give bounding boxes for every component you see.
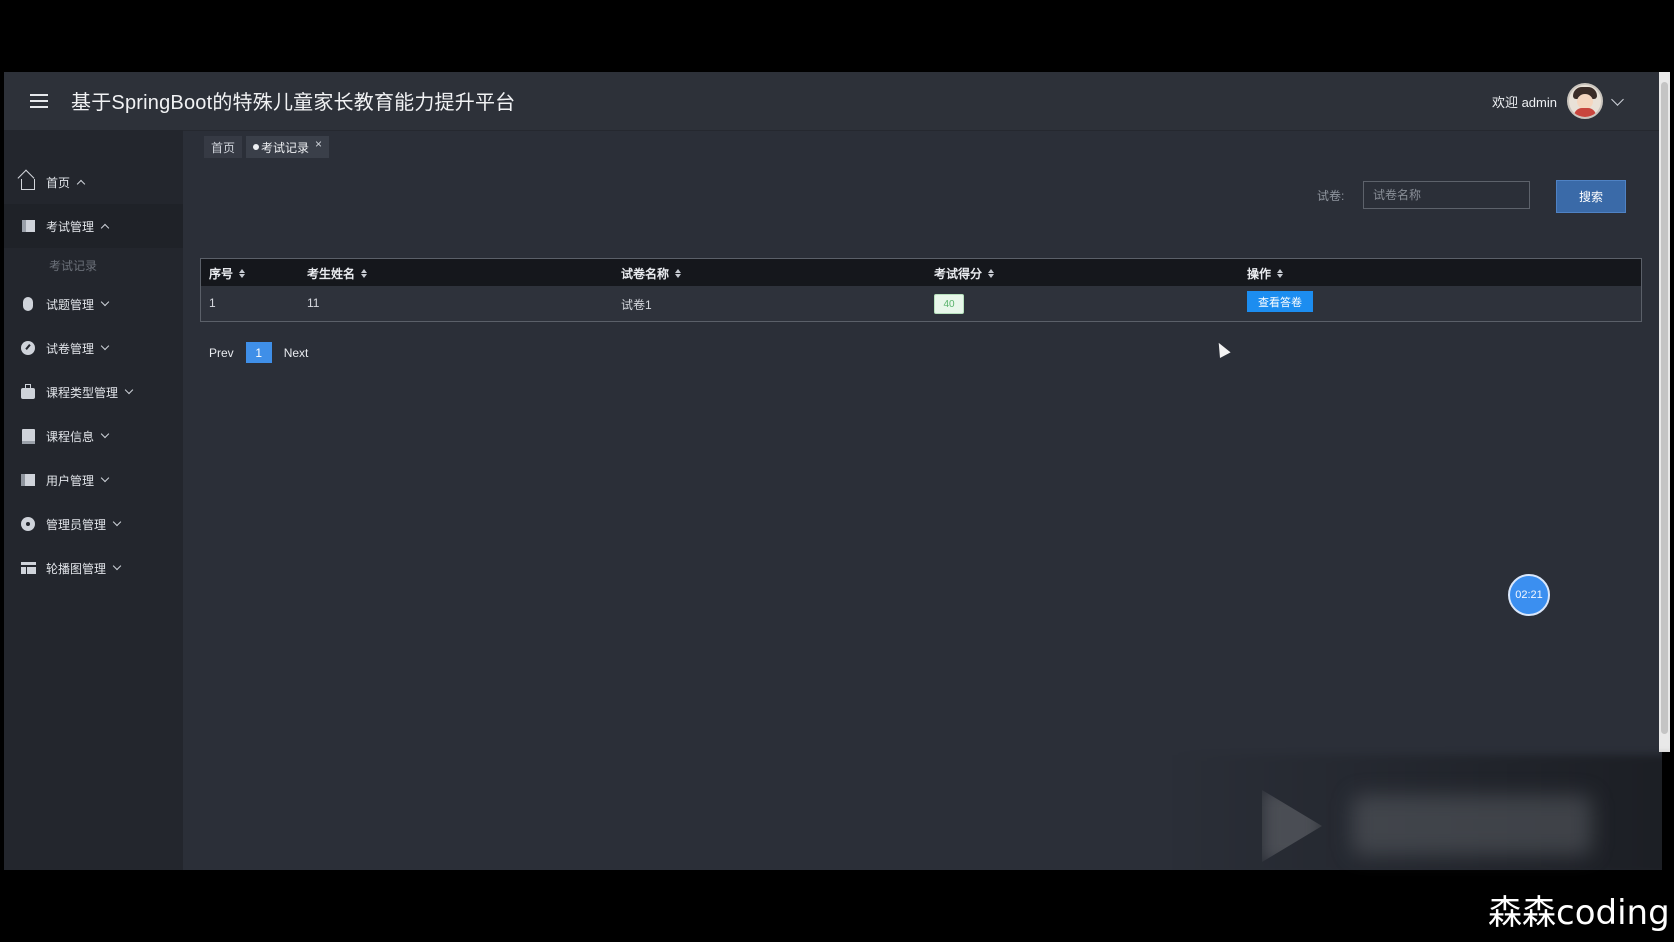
cell-score: 40 xyxy=(934,294,964,314)
avatar[interactable] xyxy=(1567,83,1603,119)
column-header-name[interactable]: 考生姓名 xyxy=(307,265,368,282)
welcome-text: 欢迎 admin xyxy=(1491,94,1557,110)
brand-overlay-text: 森森coding xyxy=(1488,893,1670,933)
tab-label: 考试记录 xyxy=(261,140,310,155)
chevron-down-icon xyxy=(112,561,122,571)
sidebar-item-label: 课程类型管理 xyxy=(46,385,119,400)
search-input[interactable] xyxy=(1363,181,1530,209)
sidebar-item-paper-management[interactable]: 试卷管理 xyxy=(4,326,183,370)
view-answers-button[interactable]: 查看答卷 xyxy=(1247,291,1313,312)
chevron-down-icon xyxy=(124,385,134,395)
chevron-down-icon[interactable] xyxy=(1611,92,1624,106)
column-label: 试卷名称 xyxy=(621,267,670,281)
records-table: 序号 考生姓名 试卷名称 考试得分 操作 1 11 试卷1 40 查看答卷 xyxy=(200,258,1642,322)
column-header-action[interactable]: 操作 xyxy=(1247,265,1284,282)
sidebar-item-user-management[interactable]: 用户管理 xyxy=(4,458,183,502)
score-badge: 40 xyxy=(934,294,964,314)
sidebar-item-carousel-management[interactable]: 轮播图管理 xyxy=(4,546,183,590)
sidebar-item-label: 试卷管理 xyxy=(46,341,95,356)
blurred-watermark-text xyxy=(1352,795,1592,855)
sidebar-menu: 首页 考试管理 考试记录 试题管理 试卷管理 课程类型管理 课程信息 用户管理 … xyxy=(4,160,183,590)
sidebar-item-home[interactable]: 首页 xyxy=(4,160,183,204)
column-header-index[interactable]: 序号 xyxy=(209,265,246,282)
chevron-down-icon xyxy=(112,517,122,527)
column-label: 序号 xyxy=(209,267,234,281)
mouse-icon xyxy=(20,296,36,312)
book-icon xyxy=(20,218,36,234)
columns-icon xyxy=(20,472,36,488)
table-icon xyxy=(20,560,36,576)
active-dot-icon xyxy=(253,144,260,150)
menu-toggle-icon[interactable] xyxy=(28,90,50,112)
sidebar-item-label: 用户管理 xyxy=(46,473,95,488)
next-page-button[interactable]: Next xyxy=(284,346,309,360)
sort-icon[interactable] xyxy=(1277,269,1284,278)
sort-icon[interactable] xyxy=(361,269,368,278)
sidebar-item-course-info[interactable]: 课程信息 xyxy=(4,414,183,458)
sort-icon[interactable] xyxy=(239,269,246,278)
disc-icon xyxy=(20,516,36,532)
gauge-icon xyxy=(20,340,36,356)
tab-label: 首页 xyxy=(211,140,236,155)
cell-paper: 试卷1 xyxy=(621,298,652,312)
search-label: 试卷: xyxy=(1317,189,1345,203)
table-row: 1 11 试卷1 40 查看答卷 xyxy=(201,286,1641,321)
chevron-up-icon xyxy=(76,179,86,189)
home-icon xyxy=(20,174,36,190)
sidebar-item-course-type-management[interactable]: 课程类型管理 xyxy=(4,370,183,414)
table-header: 序号 考生姓名 试卷名称 考试得分 操作 xyxy=(201,259,1641,286)
chevron-up-icon xyxy=(100,223,110,233)
sidebar-item-label: 首页 xyxy=(46,175,71,190)
sort-icon[interactable] xyxy=(988,269,995,278)
tab-exam-records[interactable]: 考试记录 × xyxy=(246,136,330,158)
sort-icon[interactable] xyxy=(675,269,682,278)
sidebar-subitem-exam-records[interactable]: 考试记录 xyxy=(4,248,183,282)
chevron-down-icon xyxy=(100,341,110,351)
sidebar-item-label: 管理员管理 xyxy=(46,517,107,532)
chevron-down-icon xyxy=(100,429,110,439)
cell-index: 1 xyxy=(209,296,216,310)
page-number-button[interactable]: 1 xyxy=(245,342,272,363)
sidebar-item-label: 课程信息 xyxy=(46,429,95,444)
app-title: 基于SpringBoot的特殊儿童家长教育能力提升平台 xyxy=(71,92,516,114)
recording-timer[interactable]: 02:21 xyxy=(1508,574,1550,616)
column-label: 考生姓名 xyxy=(307,267,356,281)
app-window: 基于SpringBoot的特殊儿童家长教育能力提升平台 欢迎 admin 首页 … xyxy=(4,72,1662,870)
chevron-down-icon xyxy=(100,297,110,307)
sidebar: 首页 考试管理 考试记录 试题管理 试卷管理 课程类型管理 课程信息 用户管理 … xyxy=(4,130,183,870)
briefcase-icon xyxy=(20,383,36,400)
chevron-down-icon xyxy=(100,473,110,483)
bookmark-icon xyxy=(20,428,36,444)
sidebar-item-admin-management[interactable]: 管理员管理 xyxy=(4,502,183,546)
sidebar-item-label: 试题管理 xyxy=(46,297,95,312)
tab-bar: 首页 考试记录 × xyxy=(204,136,330,158)
column-header-score[interactable]: 考试得分 xyxy=(934,265,995,282)
column-label: 操作 xyxy=(1247,267,1272,281)
page-scrollbar[interactable] xyxy=(1659,72,1670,752)
cell-action: 查看答卷 xyxy=(1247,291,1313,312)
column-label: 考试得分 xyxy=(934,267,983,281)
user-menu[interactable]: 欢迎 admin xyxy=(1491,82,1624,120)
scrollbar-thumb[interactable] xyxy=(1661,82,1668,734)
sidebar-item-exam-management[interactable]: 考试管理 xyxy=(4,204,183,248)
top-header: 基于SpringBoot的特殊儿童家长教育能力提升平台 欢迎 admin xyxy=(4,72,1662,131)
close-icon[interactable]: × xyxy=(315,137,322,151)
cell-name: 11 xyxy=(307,296,320,310)
column-header-paper[interactable]: 试卷名称 xyxy=(621,265,682,282)
sidebar-item-question-management[interactable]: 试题管理 xyxy=(4,282,183,326)
tab-home[interactable]: 首页 xyxy=(204,136,243,158)
search-button[interactable]: 搜索 xyxy=(1556,180,1626,213)
sidebar-item-label: 考试管理 xyxy=(46,219,95,234)
pagination: Prev 1 Next xyxy=(209,342,308,363)
sidebar-item-label: 轮播图管理 xyxy=(46,561,107,576)
prev-page-button[interactable]: Prev xyxy=(209,346,234,360)
